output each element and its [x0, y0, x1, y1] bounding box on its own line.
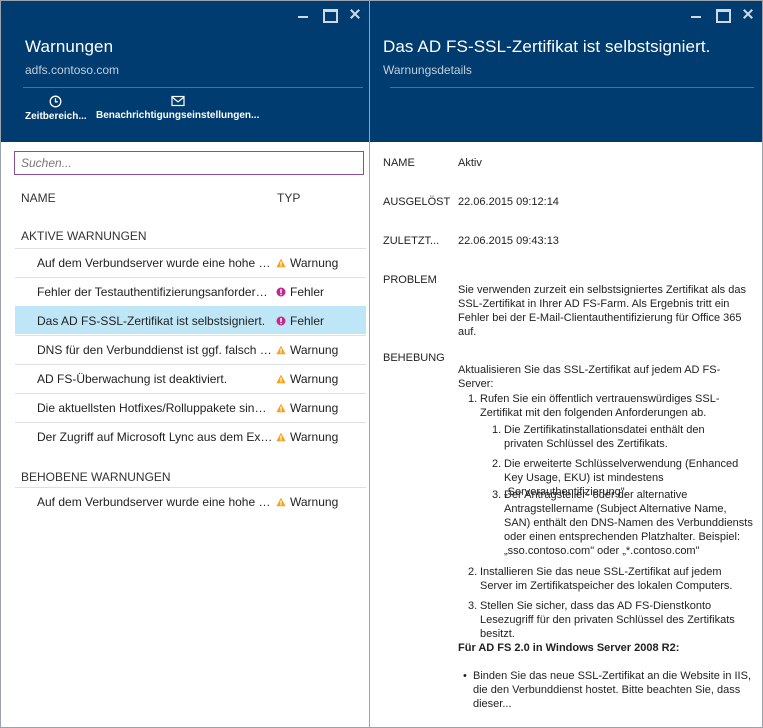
alert-name: Fehler der Testauthentifizierungsanforde… [37, 285, 273, 299]
search-input[interactable] [14, 151, 364, 175]
resolution-step-1a: 1. Die Zertifikatinstallationsdatei enthä… [492, 424, 705, 450]
alert-name: Auf dem Verbundserver wurde eine hohe C.… [37, 495, 273, 509]
time-range-label: Zeitbereich... [25, 111, 87, 122]
resolution-intro: Aktualisieren Sie das SSL-Zertifikat auf… [458, 364, 721, 390]
alert-type: Warnung [276, 401, 338, 415]
last-seen-label: ZULETZT... [383, 235, 440, 247]
name-value: Aktiv [458, 157, 482, 169]
alert-row[interactable]: Auf dem Verbundserver wurde eine hohe C.… [15, 248, 366, 276]
window-controls [297, 7, 361, 23]
alert-type: Warnung [276, 495, 338, 509]
alert-row[interactable]: Auf dem Verbundserver wurde eine hohe C.… [15, 487, 366, 515]
resolution-step-3: 3. Stellen Sie sicher, dass das AD FS-Die… [468, 600, 735, 640]
last-seen-value: 22.06.2015 09:43:13 [458, 235, 559, 247]
alert-type: Fehler [276, 285, 324, 299]
error-icon [276, 316, 286, 326]
resolution-step-1c: 3. Der Antragsteller- oder der alternativ… [492, 489, 753, 557]
alert-type: Warnung [276, 256, 338, 270]
alert-type: Warnung [276, 372, 338, 386]
triggered-label: AUSGELÖST [383, 196, 451, 208]
blade-title: Warnungen [25, 37, 114, 56]
resolved-alerts-section-title: BEHOBENE WARNUNGEN [21, 470, 171, 484]
notification-settings-label: Benachrichtigungseinstellungen... [96, 110, 260, 121]
warning-icon [276, 374, 286, 384]
notification-settings-command[interactable]: Benachrichtigungseinstellungen... [96, 95, 259, 121]
clock-icon [49, 95, 62, 108]
alert-name: Auf dem Verbundserver wurde eine hohe C.… [37, 256, 273, 270]
alert-row[interactable]: Der Zugriff auf Microsoft Lync aus dem E… [15, 422, 366, 450]
alert-type-label: Warnung [290, 343, 339, 357]
column-header-name[interactable]: NAME [21, 191, 56, 205]
adfs20-bullet-1: • Binden Sie das neue SSL-Zertifikat an d… [463, 670, 752, 710]
triggered-value: 22.06.2015 09:12:14 [458, 196, 559, 208]
alert-details-header: Das AD FS-SSL-Zertifikat ist selbstsigni… [370, 1, 762, 142]
alerts-blade: Warnungen adfs.contoso.com Zeitbereich..… [0, 0, 370, 728]
alerts-blade-header: Warnungen adfs.contoso.com Zeitbereich..… [1, 1, 369, 142]
alert-name: AD FS-Überwachung ist deaktiviert. [37, 372, 228, 386]
header-divider [390, 87, 754, 88]
alert-row[interactable]: Fehler der Testauthentifizierungsanforde… [15, 277, 366, 305]
mail-icon [171, 95, 185, 107]
alert-row[interactable]: Das AD FS-SSL-Zertifikat ist selbstsigni… [15, 306, 366, 334]
alert-row[interactable]: Die aktuellsten Hotfixes/Rolluppakete si… [15, 393, 366, 421]
alert-row[interactable]: DNS für den Verbunddienst ist ggf. falsc… [15, 335, 366, 363]
details-title: Das AD FS-SSL-Zertifikat ist selbstsigni… [383, 37, 711, 56]
alert-type-label: Warnung [290, 256, 339, 270]
maximize-icon[interactable] [716, 7, 731, 23]
column-header-type[interactable]: TYP [277, 191, 300, 205]
maximize-icon[interactable] [323, 7, 338, 23]
close-icon[interactable] [742, 7, 754, 21]
alert-name: DNS für den Verbunddienst ist ggf. falsc… [37, 343, 273, 357]
header-divider [23, 87, 363, 88]
warning-icon [276, 258, 286, 268]
minimize-icon[interactable] [297, 7, 309, 21]
alert-name: Der Zugriff auf Microsoft Lync aus dem E… [37, 430, 273, 444]
window-controls [690, 7, 754, 23]
alert-type-label: Fehler [290, 314, 325, 328]
warning-icon [276, 403, 286, 413]
alert-type: Warnung [276, 430, 338, 444]
alert-details-blade: Das AD FS-SSL-Zertifikat ist selbstsigni… [369, 0, 763, 728]
alert-type-label: Warnung [290, 430, 339, 444]
warning-icon [276, 432, 286, 442]
alert-name: Die aktuellsten Hotfixes/Rolluppakete si… [37, 401, 273, 415]
alert-type-label: Fehler [290, 285, 325, 299]
alert-name: Das AD FS-SSL-Zertifikat ist selbstsigni… [37, 314, 266, 328]
problem-text: Sie verwenden zurzeit ein selbstsigniert… [458, 284, 746, 338]
warning-icon [276, 497, 286, 507]
alert-type: Fehler [276, 314, 324, 328]
time-range-command[interactable]: Zeitbereich... [25, 95, 87, 122]
problem-label: PROBLEM [383, 274, 437, 286]
warning-icon [276, 345, 286, 355]
alert-type: Warnung [276, 343, 338, 357]
alert-row[interactable]: AD FS-Überwachung ist deaktiviert. Warnun… [15, 364, 366, 392]
error-icon [276, 287, 286, 297]
alert-type-label: Warnung [290, 372, 339, 386]
close-icon[interactable] [349, 7, 361, 21]
alert-type-label: Warnung [290, 495, 339, 509]
resolution-step-1: 1. Rufen Sie ein öffentlich vertrauenswür… [468, 393, 720, 419]
blade-subtitle: adfs.contoso.com [25, 63, 120, 77]
adfs20-heading: Für AD FS 2.0 in Windows Server 2008 R2: [458, 642, 680, 654]
resolution-label: BEHEBUNG [383, 352, 445, 364]
alert-type-label: Warnung [290, 401, 339, 415]
details-subtitle: Warnungsdetails [383, 63, 472, 77]
minimize-icon[interactable] [690, 7, 702, 21]
name-label: NAME [383, 157, 415, 169]
active-alerts-section-title: AKTIVE WARNUNGEN [21, 229, 147, 243]
resolution-step-2: 2. Installieren Sie das neue SSL-Zertifik… [468, 566, 733, 592]
